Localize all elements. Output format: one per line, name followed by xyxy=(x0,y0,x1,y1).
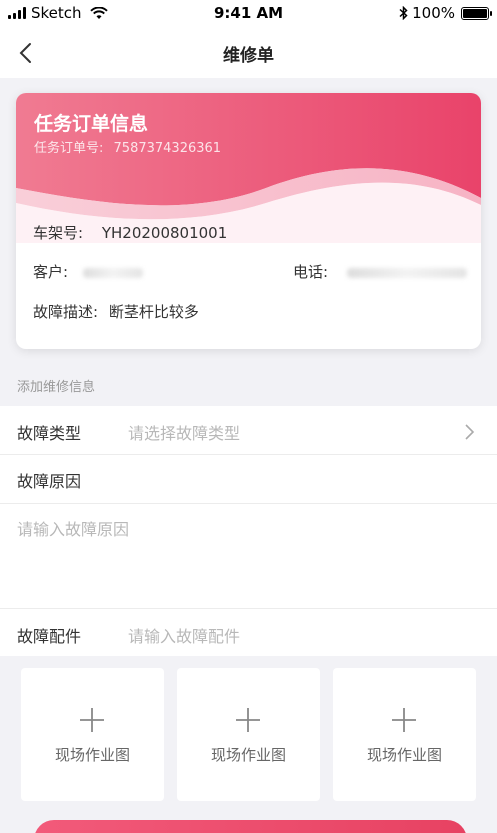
photo-upload-3[interactable]: 现场作业图 xyxy=(333,668,476,801)
customer-label: 客户: xyxy=(33,263,69,281)
fault-type-row[interactable]: 故障类型 请选择故障类型 xyxy=(0,406,497,455)
plus-icon xyxy=(392,708,416,732)
vin-value: YH20200801001 xyxy=(101,224,228,242)
fault-parts-label: 故障配件 xyxy=(17,627,82,646)
order-number-row: 任务订单号: 7587374326361 xyxy=(34,137,221,156)
status-bar: Sketch 9:41 AM 100% xyxy=(0,0,497,28)
phone-value-redacted xyxy=(346,267,467,278)
fault-type-label: 故障类型 xyxy=(17,424,82,443)
fault-type-select[interactable]: 请选择故障类型 xyxy=(128,420,240,444)
section-heading: 添加维修信息 xyxy=(17,380,96,395)
repair-form: 故障类型 请选择故障类型 故障原因 请输入故障原因 故障配件 请输入故障配件 xyxy=(0,406,497,656)
page-title: 维修单 xyxy=(223,46,274,66)
fault-parts-row: 故障配件 请输入故障配件 xyxy=(0,608,497,656)
bluetooth-icon xyxy=(399,6,408,20)
battery-icon xyxy=(461,6,492,20)
chevron-right-icon xyxy=(465,424,475,440)
status-right: 100% xyxy=(399,4,492,22)
order-number-value: 7587374326361 xyxy=(113,141,222,156)
fault-description-row: 故障描述: 断茎杆比较多 xyxy=(33,301,199,322)
fault-parts-input[interactable]: 请输入故障配件 xyxy=(128,623,240,647)
fault-cause-label: 故障原因 xyxy=(17,472,82,491)
photo-label: 现场作业图 xyxy=(54,746,130,764)
order-number-label: 任务订单号: xyxy=(34,141,104,156)
fault-cause-row: 故障原因 xyxy=(0,455,497,504)
photo-upload-1[interactable]: 现场作业图 xyxy=(21,668,164,801)
photo-label: 现场作业图 xyxy=(366,746,442,764)
customer-row: 客户: xyxy=(33,261,143,282)
vin-row: 车架号: YH20200801001 xyxy=(33,222,227,243)
battery-percent: 100% xyxy=(412,4,455,22)
photo-upload-2[interactable]: 现场作业图 xyxy=(177,668,320,801)
fault-cause-textarea[interactable]: 请输入故障原因 xyxy=(17,516,129,540)
card-title: 任务订单信息 xyxy=(34,113,149,135)
phone-label: 电话: xyxy=(293,263,329,281)
vin-label: 车架号: xyxy=(33,224,84,242)
plus-icon xyxy=(236,708,260,732)
photo-label: 现场作业图 xyxy=(210,746,286,764)
phone-row: 电话: xyxy=(293,261,467,282)
fault-description-value: 断茎杆比较多 xyxy=(108,303,199,321)
plus-icon xyxy=(80,708,104,732)
customer-value-redacted xyxy=(82,267,143,278)
nav-bar: 维修单 xyxy=(0,28,497,78)
fault-description-label: 故障描述: xyxy=(33,303,99,321)
order-info-card: 任务订单信息 任务订单号: 7587374326361 车架号: YH20200… xyxy=(16,93,481,349)
submit-button[interactable] xyxy=(34,820,467,833)
